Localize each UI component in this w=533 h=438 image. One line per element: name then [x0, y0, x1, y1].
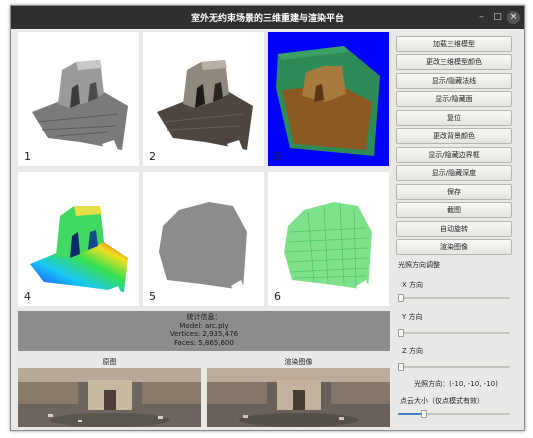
- rendered-image: [207, 368, 390, 427]
- auto-rotate-button[interactable]: 自动旋转: [396, 221, 512, 237]
- x-direction-slider[interactable]: [398, 294, 510, 302]
- light-direction-readout: 光照方向：(-10, -10, -10): [414, 380, 498, 388]
- title-bar: 室外无约束场景的三维重建与渲染平台 – □ ×: [11, 6, 524, 29]
- slider-handle[interactable]: [398, 363, 404, 371]
- view-number: 4: [24, 290, 31, 303]
- model-render-bounding-box: [276, 46, 380, 156]
- slider-handle[interactable]: [398, 329, 404, 337]
- slider-handle[interactable]: [398, 294, 404, 302]
- toggle-faces-button[interactable]: 显示/隐藏面: [396, 91, 512, 107]
- point-size-label: 点云大小（仅点模式有效）: [400, 397, 484, 405]
- original-image-label: 原图: [102, 358, 117, 366]
- view-5[interactable]: 5: [143, 172, 264, 306]
- view-number: 5: [149, 290, 156, 303]
- y-direction-slider[interactable]: [398, 329, 510, 337]
- model-render-gray: [32, 60, 128, 152]
- slider-track: [398, 332, 510, 334]
- view-number: 3: [274, 150, 281, 163]
- viewport-panel: 1 2 3 4 5 6 统计信息： Model: arc.ply Vertice…: [18, 32, 390, 427]
- reset-button[interactable]: 复位: [396, 110, 512, 126]
- minimize-icon[interactable]: –: [475, 11, 488, 24]
- stats-heading: 统计信息：: [186, 313, 222, 321]
- y-direction-label: Y 方向: [402, 313, 423, 321]
- view-number: 2: [149, 150, 156, 163]
- slider-handle[interactable]: [421, 410, 428, 418]
- slider-track: [398, 366, 510, 368]
- view-2[interactable]: 2: [143, 32, 264, 166]
- model-render-normals: [284, 202, 372, 294]
- point-size-slider[interactable]: [398, 410, 510, 418]
- view-number: 1: [24, 150, 31, 163]
- view-6[interactable]: 6: [268, 172, 389, 306]
- stats-vertices: Vertices: 2,935,476: [169, 330, 239, 338]
- x-direction-label: X 方向: [402, 281, 424, 289]
- view-3[interactable]: 3: [268, 32, 389, 166]
- z-direction-slider[interactable]: [398, 363, 510, 371]
- light-direction-section-label: 光照方向调整: [398, 261, 440, 269]
- view-1[interactable]: 1: [18, 32, 139, 166]
- stats-faces: Faces: 5,865,600: [174, 338, 234, 347]
- save-button[interactable]: 保存: [396, 184, 512, 200]
- model-render-flat: [159, 202, 247, 294]
- toggle-depth-button[interactable]: 显示/隐藏深度: [396, 165, 512, 181]
- slider-track: [398, 297, 510, 299]
- change-model-color-button[interactable]: 更改三维模型颜色: [396, 54, 512, 70]
- app-window: 室外无约束场景的三维重建与渲染平台 – □ × 1 2 3 4 5 6 统计信息…: [10, 5, 525, 431]
- stats-model: Model: arc.ply: [179, 321, 229, 330]
- rendered-image-label: 渲染图像: [284, 358, 313, 366]
- view-number: 6: [274, 290, 281, 303]
- statistics-panel: 统计信息： Model: arc.ply Vertices: 2,935,476…: [18, 311, 390, 351]
- toggle-normals-button[interactable]: 显示/隐藏法线: [396, 73, 512, 89]
- original-image: [18, 368, 201, 427]
- z-direction-label: Z 方向: [402, 347, 424, 355]
- render-image-button[interactable]: 渲染图像: [396, 239, 512, 255]
- change-background-color-button[interactable]: 更改背景颜色: [396, 128, 512, 144]
- screenshot-button[interactable]: 截图: [396, 202, 512, 218]
- model-render-depth: [30, 206, 128, 296]
- close-icon[interactable]: ×: [507, 11, 520, 24]
- view-4[interactable]: 4: [18, 172, 139, 306]
- window-title: 室外无约束场景的三维重建与渲染平台: [190, 14, 344, 24]
- load-model-button[interactable]: 加载三维模型: [396, 36, 512, 52]
- toggle-bounding-box-button[interactable]: 显示/隐藏边界框: [396, 147, 512, 163]
- maximize-icon[interactable]: □: [491, 11, 504, 24]
- control-panel: 加载三维模型 更改三维模型颜色 显示/隐藏法线 显示/隐藏面 复位 更改背景颜色…: [396, 32, 518, 427]
- model-render-textured: [157, 60, 253, 152]
